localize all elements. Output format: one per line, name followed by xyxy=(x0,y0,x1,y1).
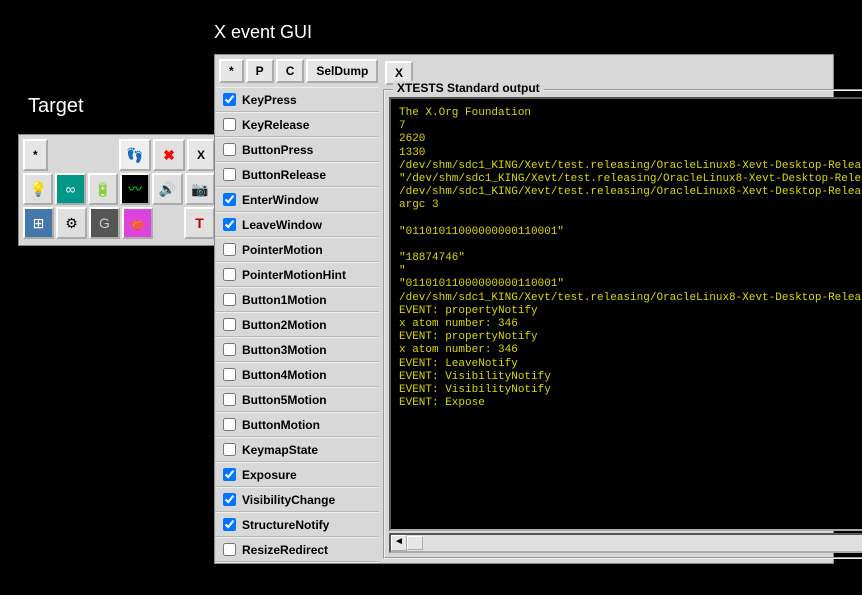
event-label: Exposure xyxy=(242,468,297,482)
event-row: ButtonPress xyxy=(215,137,379,162)
event-checkbox[interactable] xyxy=(223,243,236,256)
event-row: Button1Motion xyxy=(215,287,379,312)
scroll-track[interactable] xyxy=(407,535,862,551)
output-box: The X.Org Foundation 7 2620 1330 /dev/sh… xyxy=(389,97,862,531)
event-checkbox[interactable] xyxy=(223,518,236,531)
event-checkbox[interactable] xyxy=(223,368,236,381)
seldump-button[interactable]: SelDump xyxy=(306,59,378,83)
target-panel: * 👣 ✖ X 💡 ∞ 🔋 〰 🔊 📷 ⊞ ⚙ G 🫖 T xyxy=(18,134,220,246)
event-label: VisibilityChange xyxy=(242,493,335,507)
event-row: SubstructureNotify xyxy=(215,562,379,563)
event-row: EnterWindow xyxy=(215,187,379,212)
event-checkbox[interactable] xyxy=(223,193,236,206)
bulb-icon[interactable]: 💡 xyxy=(23,173,53,205)
text-t-icon[interactable]: T xyxy=(184,207,215,239)
event-row: LeaveWindow xyxy=(215,212,379,237)
right-column: X XTESTS Standard output The X.Org Found… xyxy=(379,55,862,563)
event-checkbox[interactable] xyxy=(223,93,236,106)
event-row: Button5Motion xyxy=(215,387,379,412)
target-label: Target xyxy=(28,95,84,118)
event-checkbox[interactable] xyxy=(223,318,236,331)
event-label: PointerMotion xyxy=(242,243,323,257)
event-row: KeyRelease xyxy=(215,112,379,137)
event-row: KeyPress xyxy=(215,87,379,112)
windows-icon[interactable]: ⊞ xyxy=(23,207,54,239)
gnome-foot-icon[interactable]: 👣 xyxy=(119,139,151,171)
left-column: * P C SelDump KeyPress KeyRelease ButtonPr… xyxy=(215,55,379,563)
event-row: PointerMotionHint xyxy=(215,262,379,287)
scroll-thumb[interactable] xyxy=(407,536,423,550)
c-button[interactable]: C xyxy=(276,59,305,83)
event-label: Button4Motion xyxy=(242,368,327,382)
event-checkbox[interactable] xyxy=(223,168,236,181)
star-button[interactable]: * xyxy=(219,59,244,83)
event-list: KeyPress KeyRelease ButtonPress ButtonRelea… xyxy=(215,87,379,563)
event-label: PointerMotionHint xyxy=(242,268,346,282)
scroll-left-icon[interactable]: ◄ xyxy=(391,535,407,551)
target-star-button[interactable]: * xyxy=(23,139,48,171)
event-label: ButtonRelease xyxy=(242,168,326,182)
horizontal-scrollbar[interactable]: ◄ ► xyxy=(389,533,862,553)
event-label: KeyPress xyxy=(242,93,297,107)
main-toolbar: * P C SelDump xyxy=(215,55,379,87)
event-row: Exposure xyxy=(215,462,379,487)
red-x-icon[interactable]: ✖ xyxy=(153,139,185,171)
event-label: ButtonPress xyxy=(242,143,313,157)
event-row: KeymapState xyxy=(215,437,379,462)
event-checkbox[interactable] xyxy=(223,218,236,231)
output-frame: XTESTS Standard output The X.Org Foundat… xyxy=(383,89,862,559)
main-panel: * P C SelDump KeyPress KeyRelease ButtonPr… xyxy=(214,54,834,564)
battery-icon[interactable]: 🔋 xyxy=(88,173,118,205)
event-checkbox[interactable] xyxy=(223,493,236,506)
event-label: StructureNotify xyxy=(242,518,329,532)
event-label: EnterWindow xyxy=(242,193,319,207)
gear-icon[interactable]: ⚙ xyxy=(56,207,87,239)
event-row: Button3Motion xyxy=(215,337,379,362)
event-row: VisibilityChange xyxy=(215,487,379,512)
event-checkbox[interactable] xyxy=(223,443,236,456)
event-row: Button4Motion xyxy=(215,362,379,387)
event-label: Button3Motion xyxy=(242,343,327,357)
event-checkbox[interactable] xyxy=(223,468,236,481)
event-checkbox[interactable] xyxy=(223,118,236,131)
sound-icon[interactable]: 🔊 xyxy=(152,173,182,205)
event-checkbox[interactable] xyxy=(223,343,236,356)
p-button[interactable]: P xyxy=(246,59,274,83)
event-row: ButtonMotion xyxy=(215,412,379,437)
output-legend: XTESTS Standard output xyxy=(393,81,544,95)
event-label: LeaveWindow xyxy=(242,218,322,232)
target-x-button[interactable]: X xyxy=(187,139,215,171)
event-label: ButtonMotion xyxy=(242,418,320,432)
app-title: X event GUI xyxy=(214,22,312,43)
camera-icon[interactable]: 📷 xyxy=(185,173,215,205)
event-label: Button2Motion xyxy=(242,318,327,332)
event-checkbox[interactable] xyxy=(223,268,236,281)
event-checkbox[interactable] xyxy=(223,293,236,306)
event-label: ResizeRedirect xyxy=(242,543,328,557)
event-label: Button1Motion xyxy=(242,293,327,307)
event-checkbox[interactable] xyxy=(223,143,236,156)
event-checkbox[interactable] xyxy=(223,418,236,431)
event-checkbox[interactable] xyxy=(223,543,236,556)
event-checkbox[interactable] xyxy=(223,393,236,406)
event-row: PointerMotion xyxy=(215,237,379,262)
arduino-icon[interactable]: ∞ xyxy=(55,173,85,205)
monitor-icon[interactable]: 〰 xyxy=(120,173,150,205)
teapot-icon[interactable]: 🫖 xyxy=(122,207,153,239)
event-row: ResizeRedirect xyxy=(215,537,379,562)
gimp-icon[interactable]: G xyxy=(89,207,120,239)
event-label: KeyRelease xyxy=(242,118,309,132)
event-label: KeymapState xyxy=(242,443,318,457)
event-row: Button2Motion xyxy=(215,312,379,337)
event-row: ButtonRelease xyxy=(215,162,379,187)
event-label: Button5Motion xyxy=(242,393,327,407)
event-row: StructureNotify xyxy=(215,512,379,537)
